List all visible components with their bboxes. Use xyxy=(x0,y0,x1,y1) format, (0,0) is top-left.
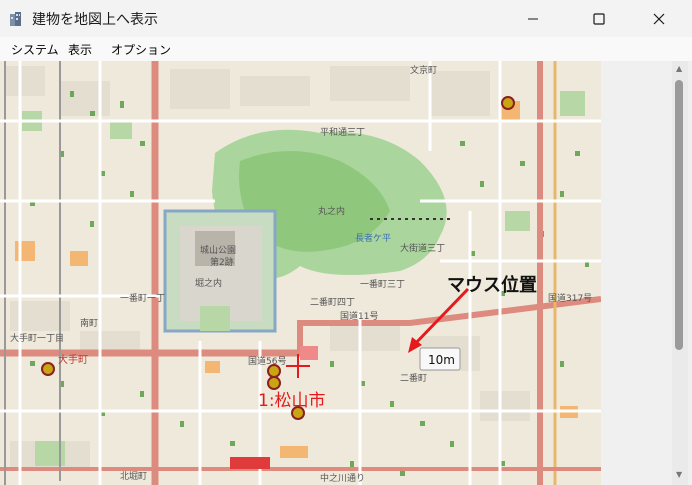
menu-options[interactable]: オプション xyxy=(111,41,171,58)
title-bar: 建物を地図上へ表示 xyxy=(0,0,692,37)
window-title: 建物を地図上へ表示 xyxy=(32,12,158,28)
menu-bar: システム 表示 オプション xyxy=(0,37,692,61)
label-otemachi: 大手町 xyxy=(58,353,88,366)
scale-label: 10m xyxy=(428,353,455,367)
label-ichibancho1: 一番町一丁 xyxy=(120,292,165,304)
map-canvas[interactable]: 城山公園 第2跡 堀之内 丸之内 長者ケ平 文京町 平和通三丁 大街道三丁 一番… xyxy=(0,61,601,485)
menu-view[interactable]: 表示 xyxy=(68,41,92,58)
scale-indicator: 10m xyxy=(419,347,461,371)
label-route56: 国道56号 xyxy=(248,355,286,367)
menu-system[interactable]: システム xyxy=(11,41,59,58)
close-button[interactable] xyxy=(636,0,682,37)
scrollbar-thumb[interactable] xyxy=(675,80,683,350)
label-minami: 南町 xyxy=(80,317,98,329)
minimize-icon xyxy=(528,18,538,19)
label-nagatoheira: 長者ケ平 xyxy=(355,233,391,244)
maximize-icon xyxy=(593,12,605,25)
label-nibancho4: 二番町四丁 xyxy=(310,296,355,308)
label-marunouchi: 丸之内 xyxy=(318,205,345,217)
center-label: 1:松山市 xyxy=(258,391,326,411)
label-okaido: 大街道三丁 xyxy=(400,242,445,254)
label-horinouchi: 堀之内 xyxy=(195,277,222,289)
label-heiwadori: 平和通三丁 xyxy=(320,127,365,138)
label-castle-park: 城山公園 xyxy=(200,245,236,256)
minimize-button[interactable] xyxy=(510,0,556,37)
label-nibancho: 二番町 xyxy=(400,372,427,384)
label-kukasho: 中之川通り xyxy=(320,472,365,484)
mouse-position-label: マウス位置 xyxy=(447,274,537,296)
label-ward2: 第2跡 xyxy=(210,256,234,268)
scroll-up-icon[interactable]: ▲ xyxy=(676,64,682,73)
label-kitahoricho: 北堀町 xyxy=(120,471,147,482)
label-takano: 大手町一丁目 xyxy=(10,332,64,344)
map-view[interactable]: 城山公園 第2跡 堀之内 丸之内 長者ケ平 文京町 平和通三丁 大街道三丁 一番… xyxy=(0,61,601,485)
label-bunkyo: 文京町 xyxy=(410,64,437,76)
label-national-route: 国道11号 xyxy=(340,310,378,322)
app-icon xyxy=(10,12,21,26)
maximize-button[interactable] xyxy=(576,0,622,37)
close-icon xyxy=(653,13,665,24)
label-ichibancho3: 一番町三丁 xyxy=(360,278,405,290)
scroll-down-icon[interactable]: ▼ xyxy=(676,470,682,479)
label-route317: 国道317号 xyxy=(548,292,592,304)
